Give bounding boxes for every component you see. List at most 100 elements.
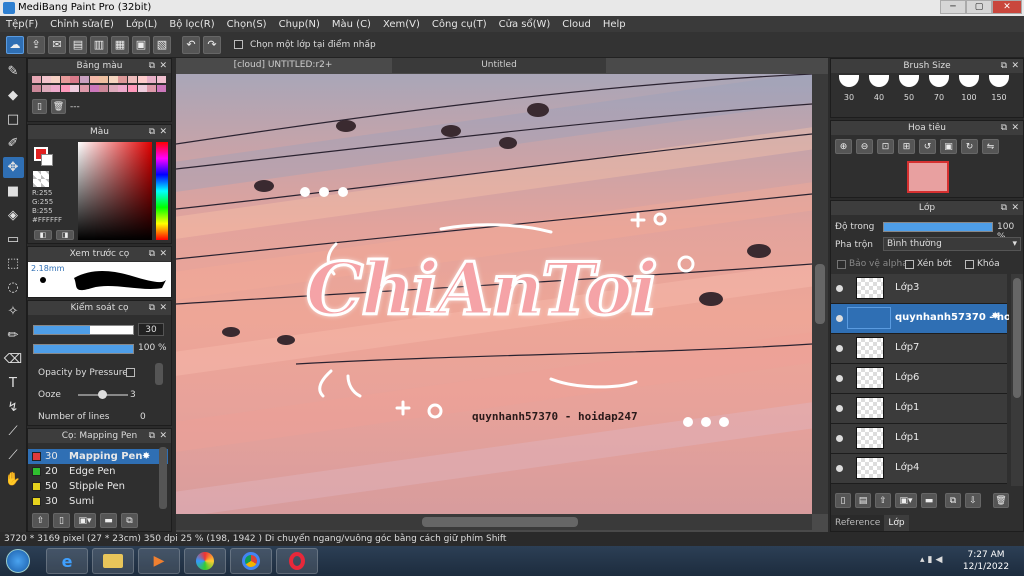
hue-slider[interactable] (156, 142, 168, 240)
opacity-pressure-checkbox[interactable] (126, 368, 135, 377)
canvas-artwork[interactable]: ChiAnToi quynhanh57370 - hoidap247 (176, 74, 812, 514)
tab-layer[interactable]: Lớp (884, 515, 909, 531)
undock-icon[interactable]: ⧉ (1001, 201, 1007, 215)
transparent-color-swatch[interactable] (33, 171, 49, 187)
tab-cloud-untitled[interactable]: [cloud] UNTITLED:r2+ (176, 58, 390, 73)
brush-item-edge-pen[interactable]: 20 Edge Pen (28, 464, 168, 479)
upload-layer-icon[interactable]: ⇧ (875, 493, 891, 508)
palette-swatch[interactable] (156, 76, 166, 83)
layer-row[interactable]: Lớp1 (831, 394, 1007, 424)
tray-arrow-icon[interactable]: ▴ (920, 555, 925, 565)
merge-down-icon[interactable]: ⇩ (965, 493, 981, 508)
menu-view[interactable]: Xem(V) (377, 19, 426, 30)
palette-swatch[interactable] (41, 85, 51, 92)
panel-close-icon[interactable]: ✕ (1011, 201, 1019, 215)
internet-explorer-icon[interactable]: e (46, 548, 88, 574)
brush-item-mapping-pen[interactable]: 30 Mapping Pen ✸ (28, 449, 168, 464)
palette-swatch[interactable] (128, 85, 137, 92)
layer-row[interactable]: Lớp1 (831, 424, 1007, 454)
menu-snap[interactable]: Chụp(N) (273, 19, 326, 30)
palette-swatch[interactable] (32, 85, 41, 92)
redo-icon[interactable]: ↷ (203, 35, 221, 54)
settings-gear-icon[interactable]: ✸ (991, 311, 999, 322)
trash-icon[interactable]: 🗑 (993, 493, 1009, 508)
palette-swatches[interactable] (28, 73, 171, 93)
new-layer-icon[interactable]: ▯ (835, 493, 851, 508)
close-button[interactable]: ✕ (992, 0, 1022, 14)
visibility-eye-icon[interactable] (836, 285, 843, 292)
grid-icon[interactable]: ▦ (111, 35, 129, 54)
layer-row[interactable]: Lớp4 (831, 454, 1007, 484)
share-icon[interactable]: ⇪ (27, 35, 45, 54)
visibility-eye-icon[interactable] (836, 435, 843, 442)
pen-tool-icon[interactable]: ✐ (3, 133, 24, 154)
rotate-right-icon[interactable]: ↻ (961, 139, 978, 154)
palette-swatch[interactable] (137, 76, 147, 83)
add-brush-icon[interactable]: ▣▾ (74, 513, 96, 528)
protect-alpha-checkbox[interactable] (837, 260, 846, 269)
layer-list-scrollbar[interactable] (1011, 274, 1023, 486)
palette-swatch[interactable] (89, 85, 99, 92)
comment-icon[interactable]: ✉ (48, 35, 66, 54)
palette-swatch[interactable] (80, 85, 89, 92)
color-swap-icon[interactable]: ◨ (56, 230, 74, 240)
brush-size-option[interactable]: 100 (955, 75, 983, 115)
menu-tools[interactable]: Công cụ(T) (426, 19, 493, 30)
undock-icon[interactable]: ⧉ (149, 125, 155, 139)
undock-icon[interactable]: ⧉ (149, 59, 155, 73)
palette-swatch[interactable] (99, 85, 109, 92)
brush-control-scrollbar[interactable] (155, 363, 163, 385)
hand-tool-icon[interactable]: ✋ (3, 469, 24, 490)
select-pen-tool-icon[interactable]: ✏ (3, 325, 24, 346)
comic-icon[interactable]: ▣ (132, 35, 150, 54)
select-rect-tool-icon[interactable]: ⬚ (3, 253, 24, 274)
dropper-tool-icon[interactable]: ⟋ (3, 445, 24, 466)
undock-icon[interactable]: ⧉ (149, 301, 155, 315)
photos-icon[interactable] (184, 548, 226, 574)
blend-mode-select[interactable]: Bình thường ▾ (883, 237, 1021, 251)
panel-icon[interactable]: ▧ (153, 35, 171, 54)
visibility-eye-icon[interactable] (836, 375, 843, 382)
zoom-in-icon[interactable]: ⊕ (835, 139, 852, 154)
vertical-scrollbar[interactable] (812, 74, 828, 514)
move-tool-icon[interactable]: ✥ (2, 157, 24, 178)
layer-row[interactable]: Lớp3 (831, 274, 1007, 304)
start-button-icon[interactable] (6, 549, 30, 573)
add-layer-menu-icon[interactable]: ▣▾ (895, 493, 917, 508)
palette-swatch[interactable] (60, 76, 70, 83)
text-tool-icon[interactable]: T (3, 373, 24, 394)
duplicate-layer-icon[interactable]: ⧉ (945, 493, 961, 508)
visibility-eye-icon[interactable] (836, 405, 843, 412)
menu-help[interactable]: Help (597, 19, 632, 30)
minimize-button[interactable]: ─ (940, 0, 966, 14)
lock-checkbox[interactable] (965, 260, 974, 269)
new-brush-icon[interactable]: ▯ (53, 513, 70, 528)
secondary-color-swatch[interactable] (41, 154, 53, 166)
chrome-icon[interactable] (230, 548, 272, 574)
horizontal-scrollbar[interactable] (176, 514, 812, 530)
palette-swatch[interactable] (89, 76, 99, 83)
volume-icon[interactable]: ◀ (935, 555, 942, 565)
undock-icon[interactable]: ⧉ (1001, 121, 1007, 135)
opera-icon[interactable] (276, 548, 318, 574)
upload-brush-icon[interactable]: ⇧ (32, 513, 49, 528)
size-slider[interactable] (33, 325, 134, 335)
palette-swatch[interactable] (51, 76, 61, 83)
navigator-thumbnail[interactable] (907, 161, 949, 193)
network-icon[interactable]: ▮ (928, 555, 933, 565)
panel-close-icon[interactable]: ✕ (159, 301, 167, 315)
color-mode-icon[interactable]: ◧ (34, 230, 52, 240)
palette-swatch[interactable] (108, 85, 118, 92)
reset-view-icon[interactable]: ▣ (940, 139, 957, 154)
lasso-tool-icon[interactable]: ◌ (3, 277, 24, 298)
delete-palette-icon[interactable]: 🗑 (51, 99, 66, 114)
opacity-slider[interactable] (33, 344, 134, 354)
palette-swatch[interactable] (32, 76, 41, 83)
menu-select[interactable]: Chọn(S) (221, 19, 273, 30)
operation-tool-icon[interactable]: ↯ (3, 397, 24, 418)
panel-close-icon[interactable]: ✕ (159, 125, 167, 139)
ooze-slider[interactable] (78, 390, 128, 399)
layer-row-selected[interactable]: quynhanh57370 - ho ✸ (831, 304, 1009, 334)
palette-swatch[interactable] (147, 85, 157, 92)
clock[interactable]: 7:27 AM 12/1/2022 (958, 549, 1014, 573)
